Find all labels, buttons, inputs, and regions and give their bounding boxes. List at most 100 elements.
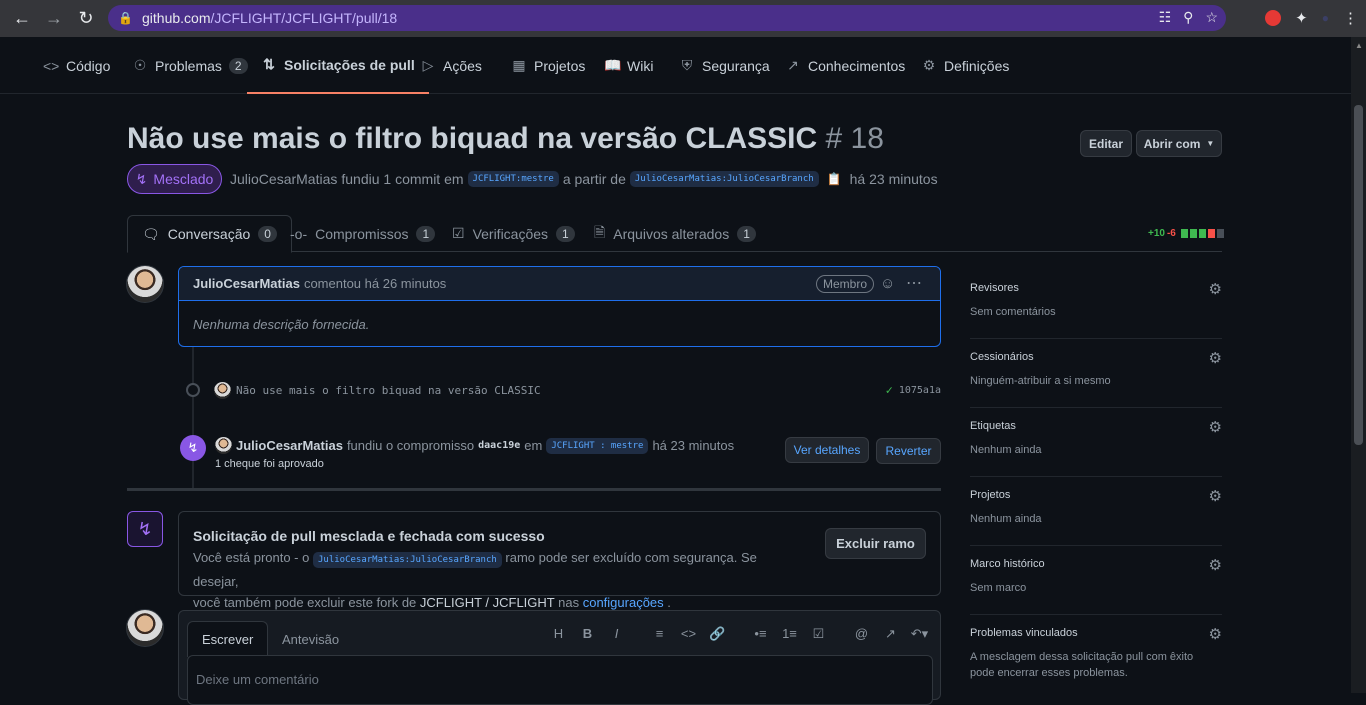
copy-icon[interactable]: 📋 [827,172,842,186]
page-scrollbar[interactable]: ▲ [1351,37,1366,693]
numbered-list-icon[interactable]: 1≡ [775,626,804,642]
tab-insights[interactable]: ↗ Conhecimentos [785,37,905,94]
back-icon[interactable]: ← [6,2,38,34]
settings-link[interactable]: configurações [583,595,664,610]
base-branch[interactable]: JCFLIGHT:mestre [467,171,559,187]
timeline-line [192,347,194,490]
merge-sha[interactable]: daac19e [478,440,520,451]
pr-author-link[interactable]: JulioCesarMatias [230,171,337,187]
edit-button[interactable]: Editar [1080,130,1132,157]
tab-pull-requests[interactable]: ⇅ Solicitações de pull [247,37,429,94]
tab-security[interactable]: ⛨ Segurança [679,37,770,94]
sidebar-title[interactable]: Revisores [970,282,1019,294]
translate-icon[interactable]: ☷ [1159,9,1172,26]
sidebar-labels: Etiquetas Nenhum ainda ⚙ [970,408,1222,477]
tab-code[interactable]: <> Código [43,37,110,94]
sidebar-title[interactable]: Problemas vinculados [970,627,1078,639]
pr-sidebar: Revisores Sem comentários ⚙ Cessionários… [970,270,1222,684]
extensions-puzzle-icon[interactable]: ✦ [1295,9,1308,27]
diffstat-block [1189,229,1197,238]
tab-commits[interactable]: -o- Compromissos 1 [290,215,436,252]
browser-menu-icon[interactable]: ⋮ [1343,9,1358,27]
tab-wiki[interactable]: 📖 Wiki [604,37,653,94]
pr-meta: JulioCesarMatias fundiu 1 commit em JCFL… [230,171,938,187]
cross-reference-icon[interactable]: ↗ [876,626,905,642]
head-branch[interactable]: JulioCesarMatias:JulioCesarBranch [629,171,819,187]
view-details-label: Ver detalhes [793,443,861,457]
avatar[interactable] [126,609,164,647]
scrollbar-thumb[interactable] [1354,105,1363,445]
extension-stop-icon[interactable] [1265,10,1282,26]
tab-checks[interactable]: ☑ Verificações 1 [452,215,575,252]
bookmark-star-icon[interactable]: ☆ [1205,9,1218,26]
tab-write[interactable]: Escrever [187,621,269,657]
tab-conversation[interactable]: 🗨 Conversação 0 [127,215,292,253]
commit-sha[interactable]: 1075a1a [899,385,941,396]
profile-avatar-icon[interactable]: ● [1322,11,1329,25]
gear-icon[interactable]: ⚙ [1209,625,1222,643]
link-icon[interactable]: 🔗 [703,626,732,642]
comment-input[interactable]: Deixe um comentário [187,655,933,705]
comment-action: comentou há 26 minutos [303,276,447,291]
revert-button[interactable]: Reverter [876,438,941,464]
sidebar-title[interactable]: Marco histórico [970,558,1045,570]
reply-icon[interactable]: ↶▾ [905,626,934,642]
avatar[interactable] [126,265,164,303]
tab-issues[interactable]: ☉ Problemas 2 [132,37,248,94]
comment-icon: 🗨 [142,225,160,242]
pr-number: # 18 [825,122,884,155]
bullet-list-icon[interactable]: •≡ [746,626,775,642]
checks-status[interactable]: 1 cheque foi aprovado [215,458,324,470]
url-host: github.com [142,10,211,26]
gear-icon[interactable]: ⚙ [1209,280,1222,298]
forward-icon[interactable]: → [38,2,70,34]
merge-author[interactable]: JulioCesarMatias [236,438,343,453]
merged-text: Você está pronto - o [193,550,310,565]
gear-icon[interactable]: ⚙ [1209,349,1222,367]
italic-icon[interactable]: I [602,626,631,642]
sidebar-title[interactable]: Projetos [970,489,1010,501]
commit-message[interactable]: Não use mais o filtro biquad na versão C… [236,384,541,397]
address-bar[interactable]: 🔒 github.com/JCFLIGHT/JCFLIGHT/pull/18 ☷… [108,5,1226,31]
code-icon[interactable]: <> [674,626,703,642]
scroll-up-icon[interactable]: ▲ [1355,41,1363,50]
tab-settings[interactable]: ⚙ Definições [921,37,1010,94]
project-icon: ▦ [512,57,526,73]
diffstat: +10 -6 [1148,228,1224,239]
avatar[interactable] [215,437,232,454]
heading-icon[interactable]: H [544,626,573,642]
quote-icon[interactable]: ≡ [645,626,674,642]
tab-files-changed[interactable]: 🗎 Arquivos alterados 1 [594,215,756,252]
task-list-icon[interactable]: ☑ [804,626,833,642]
sidebar-value[interactable]: Ninguém-atribuir a si mesmo [970,375,1111,387]
merge-branch[interactable]: JCFLIGHT : mestre [546,437,649,454]
tab-projects[interactable]: ▦ Projetos [511,37,585,94]
merged-branch[interactable]: JulioCesarMatias:JulioCesarBranch [312,552,502,568]
tab-label: Verificações [472,225,549,242]
gear-icon[interactable]: ⚙ [1209,487,1222,505]
gear-icon[interactable]: ⚙ [1209,556,1222,574]
tab-preview[interactable]: Antevisão [268,621,353,657]
avatar[interactable] [214,381,231,399]
tab-label: Conhecimentos [808,57,906,74]
tab-label: Projetos [534,57,586,74]
bold-icon[interactable]: B [573,626,602,642]
delete-branch-button[interactable]: Excluir ramo [825,528,926,559]
comment-author[interactable]: JulioCesarMatias [193,276,300,291]
sidebar-title[interactable]: Cessionários [970,351,1034,363]
gear-icon[interactable]: ⚙ [1209,418,1222,436]
sidebar-linked-issues: Problemas vinculados A mesclagem dessa s… [970,615,1222,684]
sidebar-assignees: Cessionários Ninguém-atribuir a si mesmo… [970,339,1222,408]
zoom-icon[interactable]: ⚲ [1183,9,1193,26]
kebab-menu-icon[interactable]: ⋯ [906,273,922,293]
open-with-button[interactable]: Abrir com ▼ [1136,130,1222,157]
sidebar-title[interactable]: Etiquetas [970,420,1016,432]
mention-icon[interactable]: @ [847,626,876,642]
url-path: /JCFLIGHT/JCFLIGHT/pull/18 [210,10,398,26]
comment: JulioCesarMatias comentou há 26 minutos … [178,266,941,347]
tab-actions[interactable]: ▷ Ações [420,37,482,94]
reload-icon[interactable]: ↻ [70,2,102,34]
view-details-button[interactable]: Ver detalhes [785,437,869,463]
emoji-reaction-icon[interactable]: ☺ [880,275,895,292]
commit-icon [186,383,200,397]
